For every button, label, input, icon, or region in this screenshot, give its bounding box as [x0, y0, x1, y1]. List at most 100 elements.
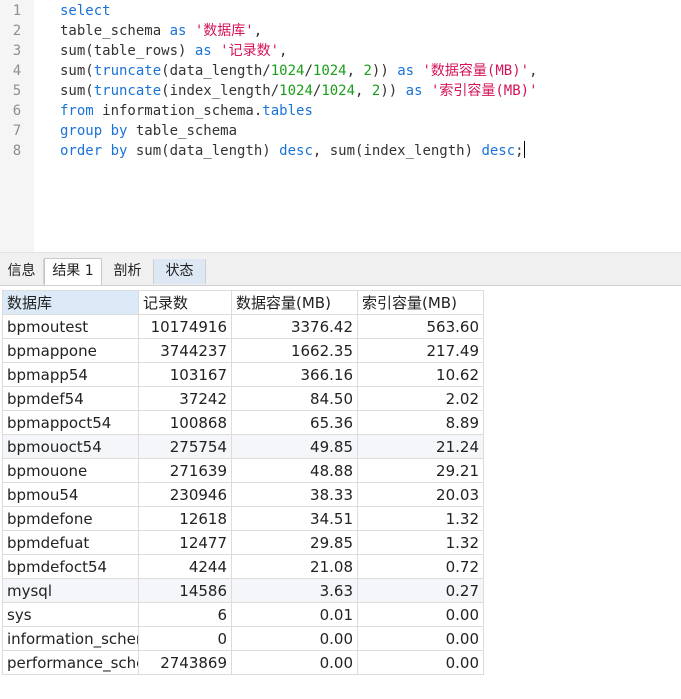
table-cell[interactable]: bpmouoct54: [2, 434, 139, 459]
table-row[interactable]: bpmapp54 103167 366.16 10.62: [2, 362, 484, 387]
table-cell[interactable]: 103167: [138, 362, 232, 387]
table-cell[interactable]: 230946: [138, 482, 232, 507]
table-cell[interactable]: 0.00: [357, 650, 484, 675]
code-token: /: [304, 63, 313, 79]
table-cell[interactable]: 65.36: [231, 410, 358, 435]
line-number: 6: [12, 103, 22, 119]
table-cell[interactable]: 2743869: [138, 650, 232, 675]
table-cell[interactable]: 0.00: [231, 650, 358, 675]
code-text[interactable]: sum(table_rows) as '记录数',: [60, 41, 287, 61]
table-cell[interactable]: information_schema: [2, 626, 139, 651]
table-cell[interactable]: 21.08: [231, 554, 358, 579]
tab-result-1[interactable]: 结果 1: [44, 258, 102, 285]
table-cell[interactable]: 10.62: [357, 362, 484, 387]
table-cell[interactable]: 21.24: [357, 434, 484, 459]
table-cell[interactable]: 3.63: [231, 578, 358, 603]
column-header-index-size[interactable]: 索引容量(MB): [357, 290, 484, 315]
table-cell[interactable]: 12477: [138, 530, 232, 555]
table-row[interactable]: bpmouone 271639 48.88 29.21: [2, 458, 484, 483]
table-cell[interactable]: bpmouone: [2, 458, 139, 483]
table-cell[interactable]: 3744237: [138, 338, 232, 363]
table-cell[interactable]: 0.00: [357, 602, 484, 627]
table-cell[interactable]: 48.88: [231, 458, 358, 483]
table-row[interactable]: bpmdefoct54 4244 21.08 0.72: [2, 554, 484, 579]
table-row[interactable]: information_schema00.000.00: [2, 626, 484, 651]
table-row[interactable]: bpmou54 230946 38.33 20.03: [2, 482, 484, 507]
table-row[interactable]: mysql 14586 3.63 0.27: [2, 578, 484, 603]
line-number: 7: [12, 123, 22, 139]
table-cell[interactable]: bpmoutest: [2, 314, 139, 339]
table-row[interactable]: bpmdefuat 12477 29.85 1.32: [2, 530, 484, 555]
table-row[interactable]: performance_schema27438690.000.00: [2, 650, 484, 675]
table-cell[interactable]: 0: [138, 626, 232, 651]
table-cell[interactable]: 0.27: [357, 578, 484, 603]
table-cell[interactable]: bpmou54: [2, 482, 139, 507]
table-cell[interactable]: 37242: [138, 386, 232, 411]
table-cell[interactable]: 20.03: [357, 482, 484, 507]
table-cell[interactable]: 49.85: [231, 434, 358, 459]
code-token: select: [60, 3, 111, 19]
table-cell[interactable]: 2.02: [357, 386, 484, 411]
table-cell[interactable]: 1.32: [357, 530, 484, 555]
table-cell[interactable]: 6: [138, 602, 232, 627]
table-cell[interactable]: 84.50: [231, 386, 358, 411]
code-text[interactable]: select: [60, 1, 111, 21]
table-cell[interactable]: bpmappoct54: [2, 410, 139, 435]
table-cell[interactable]: 271639: [138, 458, 232, 483]
code-text[interactable]: sum(truncate(data_length/1024/1024, 2)) …: [60, 61, 538, 81]
table-cell[interactable]: 12618: [138, 506, 232, 531]
table-cell[interactable]: 217.49: [357, 338, 484, 363]
line-number: 3: [12, 43, 22, 59]
table-cell[interactable]: bpmapp54: [2, 362, 139, 387]
table-cell[interactable]: bpmdef54: [2, 386, 139, 411]
tab-info[interactable]: 信息: [0, 259, 44, 284]
table-cell[interactable]: 0.72: [357, 554, 484, 579]
table-cell[interactable]: 29.85: [231, 530, 358, 555]
tab-profile[interactable]: 剖析: [102, 259, 154, 284]
table-cell[interactable]: 1.32: [357, 506, 484, 531]
table-row[interactable]: bpmoutest 10174916 3376.42 563.60: [2, 314, 484, 339]
table-cell[interactable]: performance_schema: [2, 650, 139, 675]
table-cell[interactable]: bpmdefone: [2, 506, 139, 531]
code-text[interactable]: group by table_schema: [60, 121, 237, 141]
table-cell[interactable]: mysql: [2, 578, 139, 603]
table-cell[interactable]: 563.60: [357, 314, 484, 339]
table-cell[interactable]: 4244: [138, 554, 232, 579]
table-cell[interactable]: bpmdefuat: [2, 530, 139, 555]
table-cell[interactable]: 14586: [138, 578, 232, 603]
tab-status[interactable]: 状态: [154, 259, 206, 284]
table-row[interactable]: bpmdef54 37242 84.50 2.02: [2, 386, 484, 411]
table-row[interactable]: bpmdefone 12618 34.51 1.32: [2, 506, 484, 531]
table-cell[interactable]: 29.21: [357, 458, 484, 483]
table-cell[interactable]: 366.16: [231, 362, 358, 387]
table-cell[interactable]: 3376.42: [231, 314, 358, 339]
table-cell[interactable]: 0.00: [231, 626, 358, 651]
table-cell[interactable]: 38.33: [231, 482, 358, 507]
code-text[interactable]: table_schema as '数据库',: [60, 21, 262, 41]
code-text[interactable]: from information_schema.tables: [60, 101, 313, 121]
table-row[interactable]: bpmappoct54 100868 65.36 8.89: [2, 410, 484, 435]
table-row[interactable]: bpmappone 3744237 1662.35 217.49: [2, 338, 484, 363]
sql-editor[interactable]: 1 select 2 table_schema as '数据库', 3 sum(table…: [0, 0, 681, 252]
table-cell[interactable]: 10174916: [138, 314, 232, 339]
table-cell[interactable]: bpmdefoct54: [2, 554, 139, 579]
code-token: tables: [262, 103, 313, 119]
code-token: information_schema.: [93, 103, 263, 119]
table-cell[interactable]: 0.00: [357, 626, 484, 651]
column-header-schema[interactable]: 数据库: [2, 290, 139, 315]
table-cell[interactable]: 275754: [138, 434, 232, 459]
column-header-rows[interactable]: 记录数: [138, 290, 232, 315]
table-cell[interactable]: 0.01: [231, 602, 358, 627]
table-cell[interactable]: 8.89: [357, 410, 484, 435]
table-cell[interactable]: 1662.35: [231, 338, 358, 363]
code-text[interactable]: order by sum(data_length) desc, sum(inde…: [60, 141, 525, 161]
table-cell[interactable]: 100868: [138, 410, 232, 435]
table-cell[interactable]: 34.51: [231, 506, 358, 531]
table-cell[interactable]: bpmappone: [2, 338, 139, 363]
table-row[interactable]: sys 6 0.01 0.00: [2, 602, 484, 627]
table-cell[interactable]: sys: [2, 602, 139, 627]
column-header-data-size[interactable]: 数据容量(MB): [231, 290, 358, 315]
code-text[interactable]: sum(truncate(index_length/1024/1024, 2))…: [60, 81, 538, 101]
table-row[interactable]: bpmouoct54 275754 49.85 21.24: [2, 434, 484, 459]
